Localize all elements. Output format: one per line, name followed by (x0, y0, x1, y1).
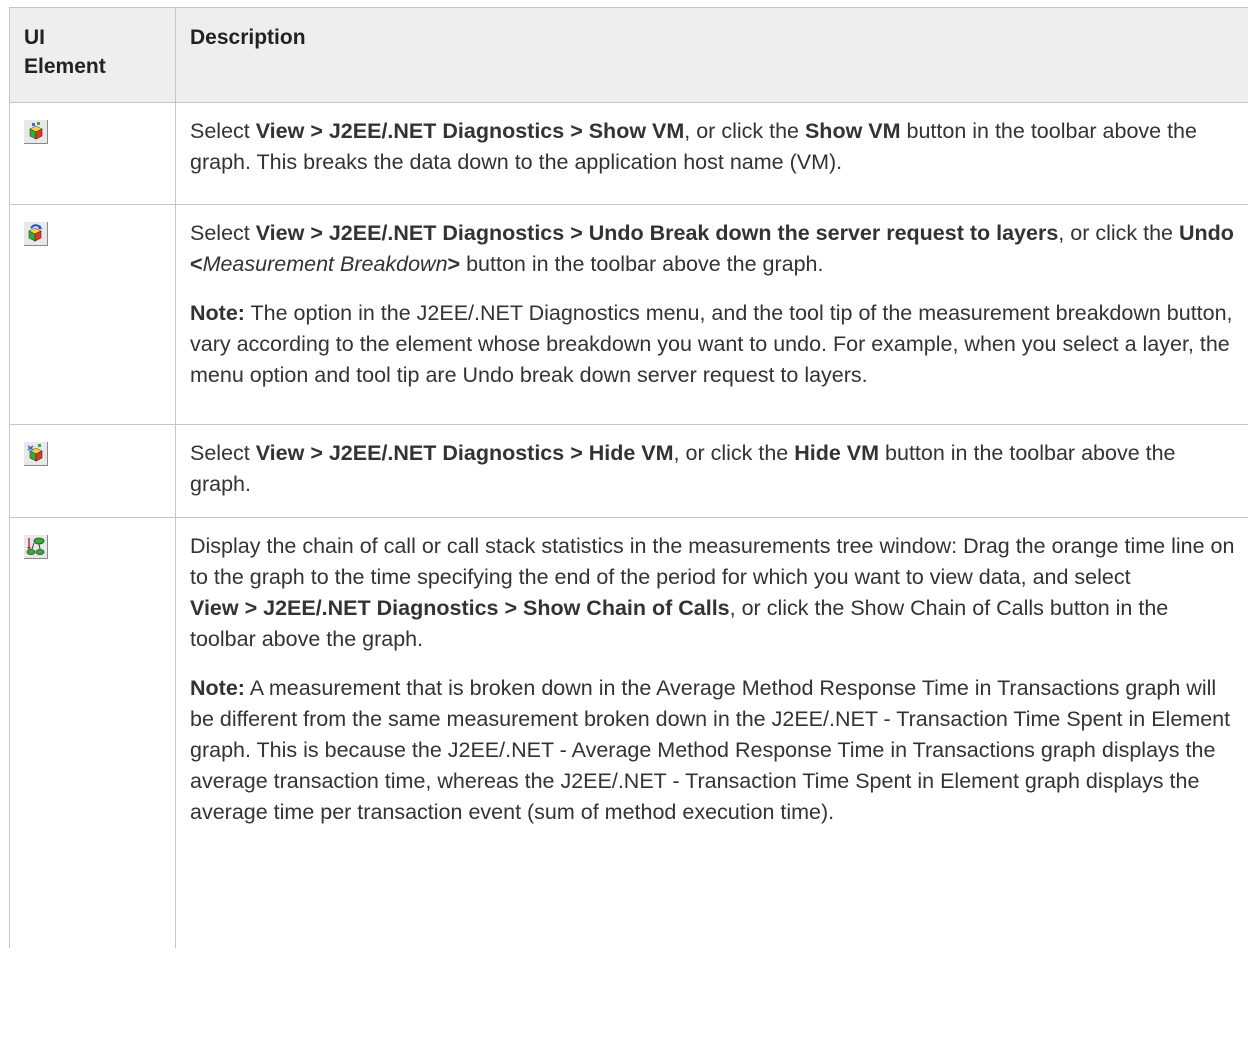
hide-vm-icon (24, 442, 48, 466)
header-ui-element-line2: Element (24, 55, 106, 78)
undo-breakdown-icon (24, 222, 48, 246)
description-paragraph: Select View > J2EE/.NET Diagnostics > Un… (190, 221, 1234, 276)
header-ui-element: UI Element (10, 8, 176, 102)
table-header-row: UI Element Description (10, 8, 1248, 103)
description-paragraph: Select View > J2EE/.NET Diagnostics > Sh… (190, 119, 1197, 174)
table-row: Display the chain of call or call stack … (10, 518, 1248, 948)
ui-elements-table: UI Element Description Select View > J2E… (9, 7, 1248, 948)
description-paragraph: Display the chain of call or call stack … (190, 534, 1235, 651)
ui-element-cell (10, 103, 176, 204)
header-description: Description (190, 26, 306, 49)
description-cell: Display the chain of call or call stack … (176, 518, 1248, 948)
note-paragraph: Note: A measurement that is broken down … (190, 676, 1231, 824)
ui-element-cell (10, 425, 176, 517)
table-row: Select View > J2EE/.NET Diagnostics > Un… (10, 205, 1248, 425)
ui-element-cell (10, 518, 176, 948)
note-paragraph: Note: The option in the J2EE/.NET Diagno… (190, 301, 1233, 387)
description-paragraph: Select View > J2EE/.NET Diagnostics > Hi… (190, 441, 1176, 496)
description-cell: Select View > J2EE/.NET Diagnostics > Sh… (176, 103, 1248, 204)
description-cell: Select View > J2EE/.NET Diagnostics > Un… (176, 205, 1248, 424)
chain-of-calls-icon (24, 535, 48, 559)
header-ui-element-line1: UI (24, 26, 45, 49)
ui-element-cell (10, 205, 176, 424)
description-cell: Select View > J2EE/.NET Diagnostics > Hi… (176, 425, 1248, 517)
table-row: Select View > J2EE/.NET Diagnostics > Sh… (10, 103, 1248, 205)
show-vm-icon (24, 120, 48, 144)
table-row: Select View > J2EE/.NET Diagnostics > Hi… (10, 425, 1248, 518)
